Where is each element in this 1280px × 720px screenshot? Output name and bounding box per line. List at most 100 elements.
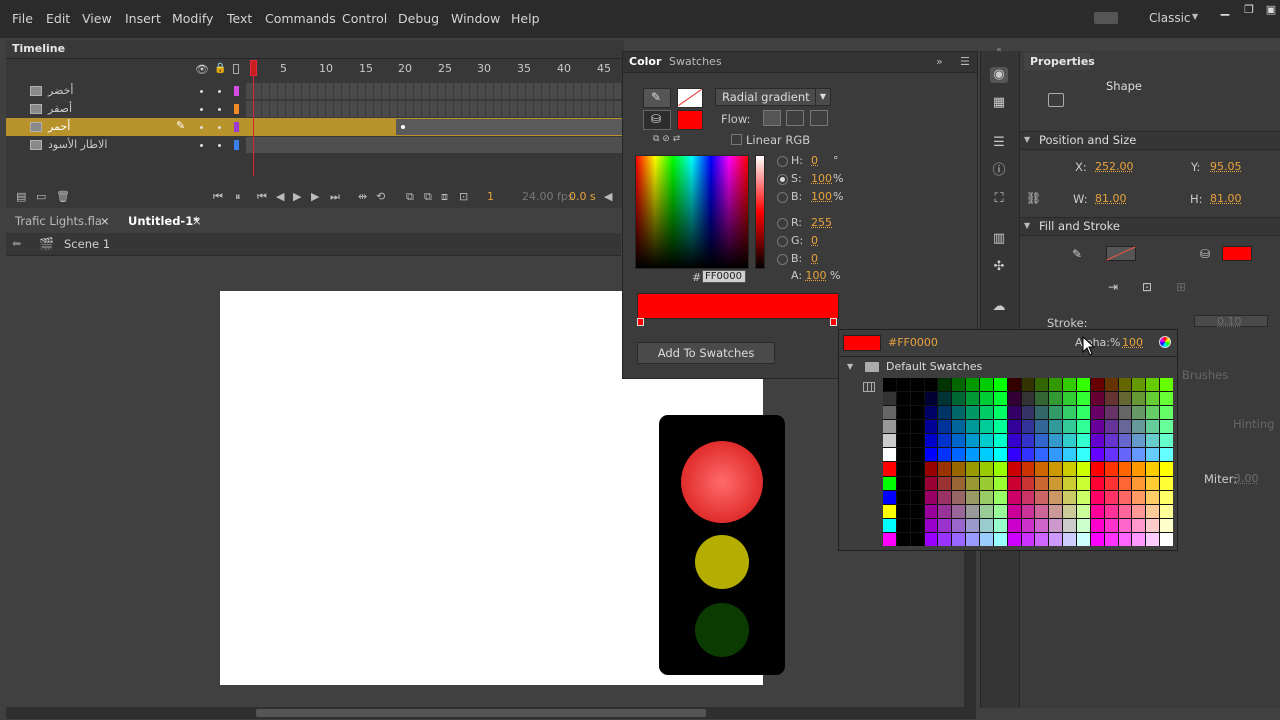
swatch-cell[interactable] <box>993 406 1007 420</box>
swatch-cell[interactable] <box>1049 378 1063 392</box>
swatch-cell[interactable] <box>1063 518 1076 532</box>
swatch-cell[interactable] <box>1049 392 1063 406</box>
link-icon[interactable]: ⛓ <box>1026 191 1041 205</box>
swatch-cell[interactable] <box>1160 504 1173 518</box>
swatch-cell[interactable] <box>1146 532 1160 546</box>
swatch-cell[interactable] <box>1076 504 1090 518</box>
swatch-cell[interactable] <box>1118 476 1132 490</box>
swatch-cell[interactable] <box>952 476 966 490</box>
swatch-cell[interactable] <box>1160 518 1173 532</box>
new-layer-icon[interactable]: ▤ <box>16 190 26 203</box>
swatch-cell[interactable] <box>1021 434 1035 448</box>
swatch-cell[interactable] <box>910 476 924 490</box>
swatch-cell[interactable] <box>1160 406 1173 420</box>
cc-libraries-icon[interactable]: ☁ <box>990 299 1008 315</box>
flow-extend-button[interactable] <box>763 110 781 126</box>
swatch-cell[interactable] <box>896 462 910 476</box>
chevron-down-icon[interactable]: ▼ <box>1192 12 1198 21</box>
swatch-cell[interactable] <box>1063 504 1076 518</box>
swatch-cell[interactable] <box>1063 420 1076 434</box>
swatch-cell[interactable] <box>1132 490 1146 504</box>
swatch-cell[interactable] <box>1132 518 1146 532</box>
swatch-cell[interactable] <box>883 392 896 406</box>
swatch-cell[interactable] <box>993 532 1007 546</box>
expand-icon[interactable]: « <box>990 42 1008 58</box>
color-wheel-icon[interactable] <box>1159 336 1171 348</box>
swatch-cell[interactable] <box>952 406 966 420</box>
swatch-cell[interactable] <box>993 378 1007 392</box>
swatch-cell[interactable] <box>1146 476 1160 490</box>
swatch-cell[interactable] <box>883 476 896 490</box>
swatch-cell[interactable] <box>1118 490 1132 504</box>
menu-insert[interactable]: Insert <box>125 11 161 26</box>
layer-row[interactable]: الاطار الأسود <box>6 136 624 154</box>
blue-value[interactable]: 0 <box>811 252 818 265</box>
eye-icon[interactable]: 👁 <box>195 63 209 76</box>
swatch-cell[interactable] <box>993 476 1007 490</box>
swatch-cell[interactable] <box>1076 448 1090 462</box>
menu-commands[interactable]: Commands <box>265 11 336 26</box>
swatch-cell[interactable] <box>896 420 910 434</box>
green-radio[interactable] <box>777 236 788 247</box>
tab-properties[interactable]: Properties <box>1024 53 1095 70</box>
swatch-cell[interactable] <box>1090 518 1104 532</box>
swatch-cell[interactable] <box>952 378 966 392</box>
tab-trafic-lights[interactable]: Trafic Lights.fla <box>15 214 102 228</box>
frame-strip[interactable] <box>246 137 624 153</box>
swatch-cell[interactable] <box>966 420 979 434</box>
swatch-cell[interactable] <box>1132 420 1146 434</box>
swatch-cell[interactable] <box>938 420 952 434</box>
lock-dot[interactable] <box>218 126 221 129</box>
swatch-cell[interactable] <box>1076 378 1090 392</box>
swatch-cell[interactable] <box>1160 434 1173 448</box>
visibility-dot[interactable] <box>200 144 203 147</box>
frame-rate[interactable]: 24.00 fps <box>522 190 574 203</box>
swatch-cell[interactable] <box>1132 532 1146 546</box>
swatch-cell[interactable] <box>1090 434 1104 448</box>
swatch-cell[interactable] <box>1049 476 1063 490</box>
swatch-cell[interactable] <box>1021 378 1035 392</box>
swatch-cell[interactable] <box>1049 462 1063 476</box>
swatch-cell[interactable] <box>883 448 896 462</box>
flow-reflect-button[interactable] <box>786 110 804 126</box>
lock-dot[interactable] <box>218 144 221 147</box>
swatch-cell[interactable] <box>1132 504 1146 518</box>
swatch-cell[interactable] <box>924 504 938 518</box>
y-value[interactable]: 95.05 <box>1210 160 1242 173</box>
swatch-cell[interactable] <box>1035 532 1049 546</box>
keyframe-icon[interactable] <box>401 125 405 129</box>
layer-row[interactable]: أخضر <box>6 82 624 100</box>
swatch-cell[interactable] <box>910 504 924 518</box>
horizontal-scrollbar[interactable] <box>6 707 976 719</box>
swatch-cell[interactable] <box>1146 518 1160 532</box>
swatch-cell[interactable] <box>1021 420 1035 434</box>
swatch-cell[interactable] <box>979 476 993 490</box>
menu-edit[interactable]: Edit <box>46 11 70 26</box>
swatch-cell[interactable] <box>979 434 993 448</box>
swatch-cell[interactable] <box>910 420 924 434</box>
swatch-cell[interactable] <box>979 518 993 532</box>
swatch-cell[interactable] <box>938 448 952 462</box>
layer-color-swatch[interactable] <box>234 122 239 132</box>
swatch-cell[interactable] <box>1021 532 1035 546</box>
onion-skin-icon[interactable]: ⧉ <box>406 190 414 204</box>
swatch-cell[interactable] <box>1118 392 1132 406</box>
swatch-cell[interactable] <box>1160 490 1173 504</box>
linear-rgb-checkbox[interactable]: Linear RGB <box>731 133 810 147</box>
brightness-slider[interactable] <box>755 155 765 269</box>
swatch-cell[interactable] <box>883 420 896 434</box>
swatch-cell[interactable] <box>1090 448 1104 462</box>
lock-icon[interactable]: 🔒 <box>214 63 226 74</box>
swatch-cell[interactable] <box>979 378 993 392</box>
swatch-cell[interactable] <box>924 406 938 420</box>
miter-value[interactable]: 3.00 <box>1234 472 1259 485</box>
panel-menu-icon[interactable]: ☰ <box>960 55 970 68</box>
gradient-preview-bar[interactable] <box>637 293 839 319</box>
green-light[interactable] <box>695 603 749 657</box>
swatch-cell[interactable] <box>1090 392 1104 406</box>
swatch-cell[interactable] <box>1007 448 1021 462</box>
swatch-cell[interactable] <box>896 490 910 504</box>
brightness-value[interactable]: 100 <box>811 190 832 203</box>
layer-color-swatch[interactable] <box>234 104 239 114</box>
swatch-cell[interactable] <box>1049 518 1063 532</box>
